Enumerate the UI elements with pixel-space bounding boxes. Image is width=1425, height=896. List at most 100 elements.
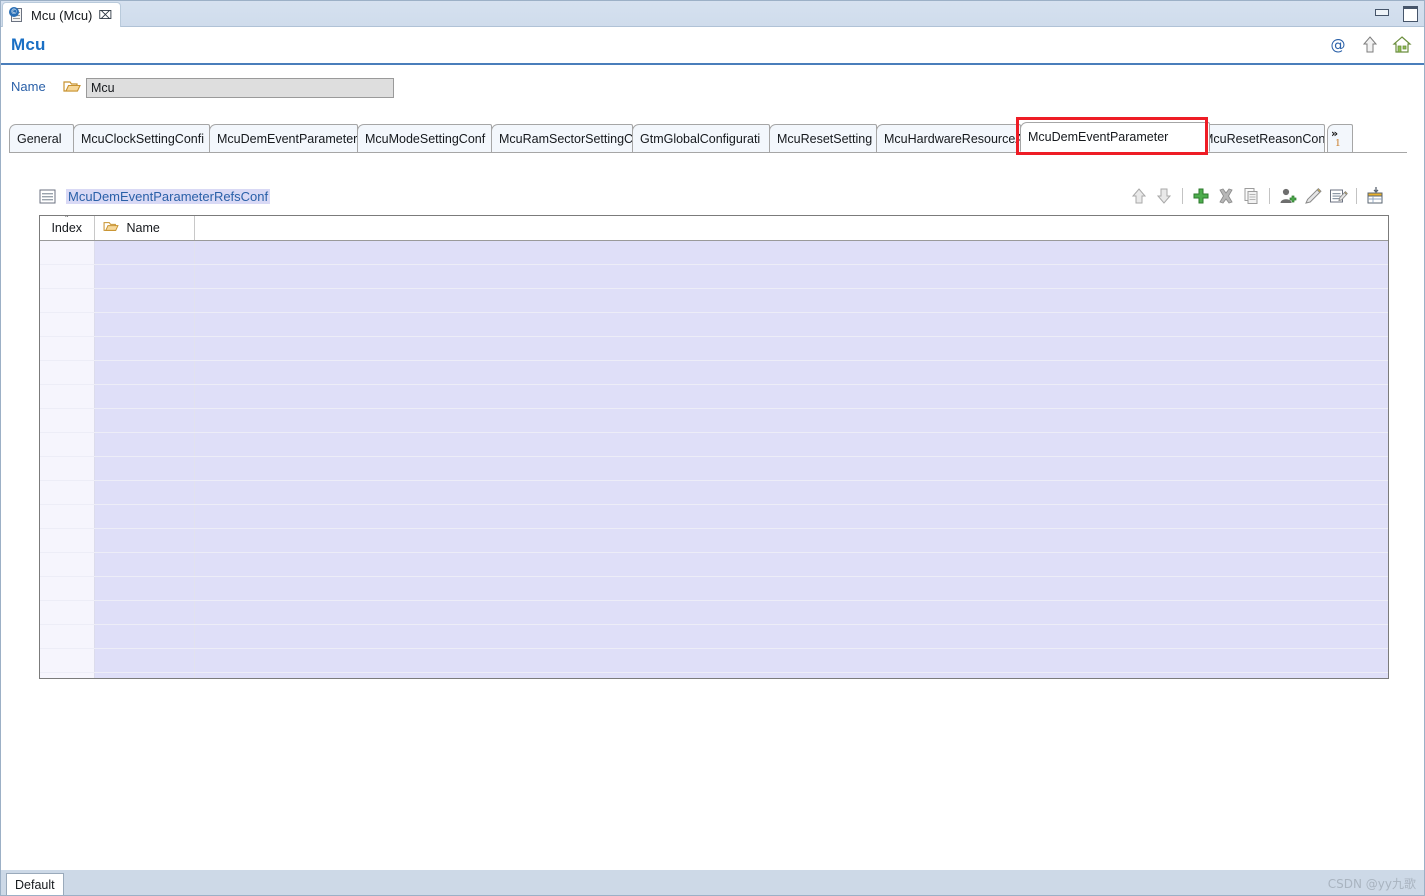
table-cell-rest[interactable] [194, 648, 1388, 673]
table-cell-index[interactable] [40, 648, 95, 673]
config-tab-7[interactable]: McuHardwareResourceA [876, 124, 1021, 152]
note-pencil-icon[interactable] [1328, 186, 1348, 206]
copy-pages-icon[interactable] [1241, 186, 1261, 206]
table-row[interactable] [40, 624, 1388, 649]
column-header-index[interactable]: ˄ Index [40, 216, 95, 241]
table-cell-name[interactable] [94, 648, 195, 673]
table-cell-rest[interactable] [194, 576, 1388, 601]
add-button[interactable] [1191, 186, 1211, 206]
table-cell-index[interactable] [40, 456, 95, 481]
table-cell-name[interactable] [94, 480, 195, 505]
table-cell-rest[interactable] [194, 552, 1388, 577]
table-cell-index[interactable] [40, 504, 95, 529]
table-cell-name[interactable] [94, 624, 195, 649]
table-cell-name[interactable] [94, 336, 195, 361]
table-row[interactable] [40, 288, 1388, 313]
table-cell-name[interactable] [94, 432, 195, 457]
table-row[interactable] [40, 384, 1388, 409]
move-up-button[interactable] [1129, 186, 1149, 206]
table-cell-name[interactable] [94, 504, 195, 529]
maximize-button[interactable] [1400, 4, 1418, 22]
move-down-button[interactable] [1154, 186, 1174, 206]
table-cell-index[interactable] [40, 240, 95, 265]
table-row[interactable] [40, 528, 1388, 553]
link-at-icon[interactable]: @ [1328, 35, 1348, 55]
table-cell-name[interactable] [94, 288, 195, 313]
table-row[interactable] [40, 672, 1388, 678]
table-cell-index[interactable] [40, 360, 95, 385]
table-cell-name[interactable] [94, 552, 195, 577]
config-tab-1[interactable]: McuClockSettingConfi [73, 124, 210, 152]
table-cell-name[interactable] [94, 600, 195, 625]
editor-tab-mcu[interactable]: © Mcu (Mcu) ⌧ [2, 2, 122, 27]
table-cell-index[interactable] [40, 288, 95, 313]
config-tab-2[interactable]: McuDemEventParameter [209, 124, 358, 152]
table-cell-rest[interactable] [194, 312, 1388, 337]
config-tab-6[interactable]: McuResetSetting [769, 124, 877, 152]
table-row[interactable] [40, 648, 1388, 673]
table-row[interactable] [40, 456, 1388, 481]
table-cell-name[interactable] [94, 672, 195, 678]
table-cell-rest[interactable] [194, 264, 1388, 289]
table-cell-rest[interactable] [194, 288, 1388, 313]
table-cell-name[interactable] [94, 384, 195, 409]
table-row[interactable] [40, 432, 1388, 457]
table-cell-rest[interactable] [194, 432, 1388, 457]
table-cell-index[interactable] [40, 432, 95, 457]
table-cell-rest[interactable] [194, 504, 1388, 529]
tab-overflow-button[interactable]: » 1 [1327, 124, 1353, 152]
person-plus-icon[interactable] [1278, 186, 1298, 206]
table-cell-index[interactable] [40, 672, 95, 678]
delete-button[interactable] [1216, 186, 1236, 206]
table-cell-rest[interactable] [194, 672, 1388, 678]
table-cell-rest[interactable] [194, 408, 1388, 433]
config-tab-8[interactable]: McuDemEventParameter [1020, 122, 1210, 152]
table-cell-name[interactable] [94, 240, 195, 265]
table-cell-index[interactable] [40, 576, 95, 601]
table-cell-name[interactable] [94, 528, 195, 553]
table-cell-name[interactable] [94, 312, 195, 337]
table-cell-name[interactable] [94, 360, 195, 385]
table-cell-index[interactable] [40, 312, 95, 337]
home-icon[interactable] [1392, 35, 1412, 55]
table-cell-index[interactable] [40, 528, 95, 553]
table-cell-index[interactable] [40, 480, 95, 505]
name-input[interactable] [86, 78, 394, 98]
table-row[interactable] [40, 504, 1388, 529]
open-folder-icon[interactable] [63, 79, 81, 94]
table-row[interactable] [40, 240, 1388, 265]
table-cell-name[interactable] [94, 576, 195, 601]
close-icon[interactable]: ⌧ [98, 9, 112, 21]
table-import-icon[interactable] [1365, 186, 1385, 206]
refs-table[interactable]: ˄ Index Name [39, 215, 1389, 679]
bottom-tab-default[interactable]: Default [6, 873, 64, 895]
config-tab-0[interactable]: General [9, 124, 74, 152]
table-cell-rest[interactable] [194, 480, 1388, 505]
table-cell-index[interactable] [40, 384, 95, 409]
table-row[interactable] [40, 576, 1388, 601]
table-cell-rest[interactable] [194, 240, 1388, 265]
table-row[interactable] [40, 408, 1388, 433]
table-row[interactable] [40, 264, 1388, 289]
config-tab-9[interactable]: McuResetReasonConf [1195, 124, 1325, 152]
up-arrow-icon[interactable] [1360, 35, 1380, 55]
config-tab-3[interactable]: McuModeSettingConf [357, 124, 492, 152]
table-cell-name[interactable] [94, 408, 195, 433]
table-cell-name[interactable] [94, 456, 195, 481]
table-row[interactable] [40, 600, 1388, 625]
table-cell-index[interactable] [40, 336, 95, 361]
table-cell-index[interactable] [40, 600, 95, 625]
table-cell-rest[interactable] [194, 360, 1388, 385]
table-cell-rest[interactable] [194, 456, 1388, 481]
table-row[interactable] [40, 552, 1388, 577]
table-cell-index[interactable] [40, 264, 95, 289]
table-cell-name[interactable] [94, 264, 195, 289]
table-cell-index[interactable] [40, 408, 95, 433]
section-title[interactable]: McuDemEventParameterRefsConf [66, 189, 271, 204]
table-cell-rest[interactable] [194, 528, 1388, 553]
table-cell-index[interactable] [40, 624, 95, 649]
column-header-name[interactable]: Name [94, 216, 195, 241]
table-cell-rest[interactable] [194, 600, 1388, 625]
table-cell-index[interactable] [40, 552, 95, 577]
table-row[interactable] [40, 480, 1388, 505]
